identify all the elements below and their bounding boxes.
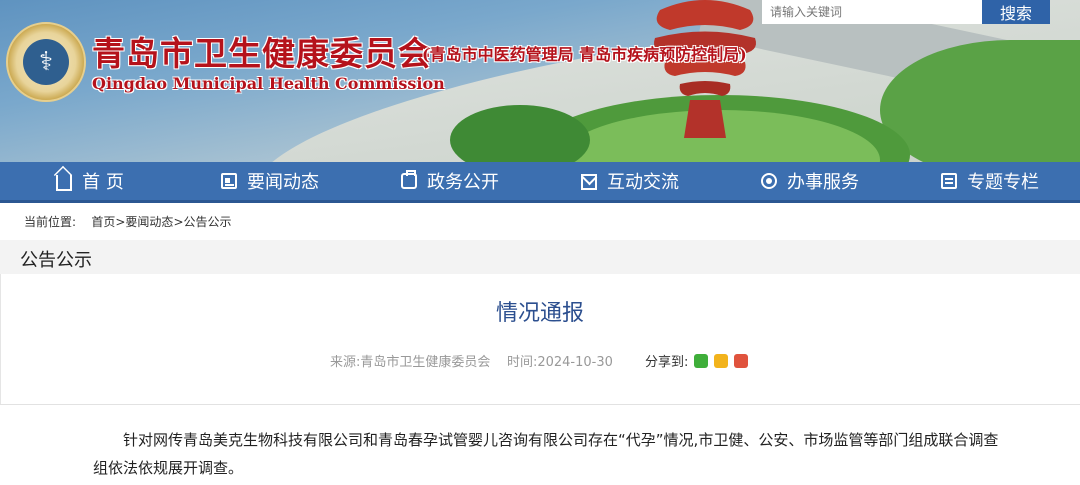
breadcrumb-separator: > bbox=[173, 215, 184, 229]
health-commission-emblem-icon[interactable]: ⚕ bbox=[6, 22, 86, 102]
breadcrumb-prefix: 当前位置: bbox=[24, 215, 77, 229]
nav-item-label: 专题专栏 bbox=[967, 172, 1039, 193]
share-bar: 分享到: bbox=[645, 351, 749, 370]
breadcrumb-separator: > bbox=[115, 215, 126, 229]
nav-item-label: 首 页 bbox=[82, 172, 124, 193]
service-icon bbox=[761, 173, 777, 189]
breadcrumb-link-notices[interactable]: 公告公示 bbox=[184, 215, 232, 229]
nav-item-news[interactable]: 要闻动态 bbox=[180, 162, 360, 203]
nav-item-interaction[interactable]: 互动交流 bbox=[540, 162, 720, 203]
share-label: 分享到: bbox=[645, 355, 689, 370]
search-button[interactable]: 搜索 bbox=[982, 0, 1050, 24]
breadcrumb-link-home[interactable]: 首页 bbox=[91, 215, 115, 229]
breadcrumb: 当前位置: 首页>要闻动态>公告公示 bbox=[24, 213, 232, 230]
nav-item-label: 互动交流 bbox=[607, 172, 679, 193]
header-banner: ⚕ 青岛市卫生健康委员会 (青岛市中医药管理局 青岛市疾病预防控制局) Qing… bbox=[0, 0, 1080, 162]
search-input[interactable] bbox=[762, 0, 982, 24]
nav-item-label: 政务公开 bbox=[427, 172, 499, 193]
wechat-icon[interactable] bbox=[694, 353, 709, 368]
may-wind-sculpture-image bbox=[654, 0, 756, 138]
content-border bbox=[0, 274, 1, 404]
divider bbox=[0, 404, 1080, 405]
article-meta: 来源:青岛市卫生健康委员会 时间:2024-10-30 bbox=[330, 351, 613, 370]
site-title-english: Qingdao Municipal Health Commission bbox=[92, 74, 445, 93]
topic-icon bbox=[941, 173, 957, 189]
nav-item-topics[interactable]: 专题专栏 bbox=[900, 162, 1080, 203]
briefcase-icon bbox=[401, 170, 417, 189]
nav-item-services[interactable]: 办事服务 bbox=[720, 162, 900, 203]
nav-item-label: 要闻动态 bbox=[247, 172, 319, 193]
caduceus-icon: ⚕ bbox=[23, 39, 69, 85]
site-subtitle: (青岛市中医药管理局 青岛市疾病预防控制局) bbox=[422, 45, 747, 64]
news-icon bbox=[221, 173, 237, 189]
breadcrumb-link-news[interactable]: 要闻动态 bbox=[125, 215, 173, 229]
article-title: 情况通报 bbox=[495, 301, 584, 326]
mail-icon bbox=[581, 174, 597, 190]
nav-item-home[interactable]: 首 页 bbox=[0, 162, 180, 203]
main-nav: 首 页 要闻动态 政务公开 互动交流 办事服务 专题专栏 bbox=[0, 162, 1080, 203]
article-source: 来源:青岛市卫生健康委员会 bbox=[330, 355, 491, 370]
article-time: 时间:2024-10-30 bbox=[506, 355, 613, 370]
qzone-icon[interactable] bbox=[714, 353, 729, 368]
nav-item-gov-affairs[interactable]: 政务公开 bbox=[360, 162, 540, 203]
section-title: 公告公示 bbox=[20, 250, 92, 271]
weibo-icon[interactable] bbox=[734, 353, 749, 368]
home-icon bbox=[56, 175, 73, 191]
article-body: 针对网传青岛美克生物科技有限公司和青岛春孕试管婴儿咨询有限公司存在“代孕”情况,… bbox=[93, 431, 999, 477]
nav-item-label: 办事服务 bbox=[787, 172, 859, 193]
section-header: 公告公示 bbox=[0, 240, 1080, 274]
site-title[interactable]: 青岛市卫生健康委员会 bbox=[92, 27, 432, 75]
